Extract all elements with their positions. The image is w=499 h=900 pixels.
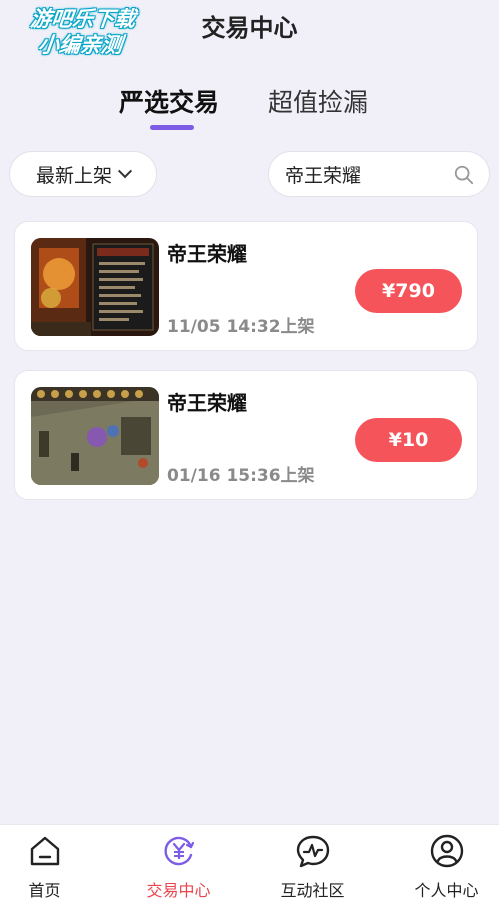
- nav-item-profile[interactable]: 个人中心: [384, 825, 499, 900]
- price-button[interactable]: ¥10: [355, 418, 462, 462]
- search-input[interactable]: 帝王荣耀: [268, 151, 490, 197]
- search-value: 帝王荣耀: [285, 164, 362, 187]
- listing-title: 帝王荣耀: [167, 242, 247, 266]
- tab-curated-trade[interactable]: 严选交易: [119, 84, 219, 122]
- listing-date: 01/16 15:36上架: [167, 466, 315, 486]
- chat-pulse-icon: [296, 835, 330, 868]
- search-icon[interactable]: [453, 164, 475, 186]
- nav-item-home[interactable]: 首页: [0, 825, 107, 900]
- nav-label-profile: 个人中心: [414, 881, 479, 900]
- nav-label-community: 互动社区: [280, 881, 345, 900]
- yen-exchange-icon: [164, 836, 195, 866]
- tab-bargain-finds[interactable]: 超值捡漏: [268, 84, 368, 122]
- user-icon: [430, 834, 464, 868]
- home-icon: [30, 836, 60, 866]
- listing-card[interactable]: 帝王荣耀 01/16 15:36上架 ¥10: [14, 370, 478, 500]
- listing-thumbnail[interactable]: [31, 238, 159, 336]
- nav-item-community[interactable]: 互动社区: [250, 825, 375, 900]
- listing-title: 帝王荣耀: [167, 391, 247, 415]
- listing-thumbnail[interactable]: [31, 387, 159, 485]
- bottom-navigation: 首页 交易中心 互动社区 个人中心: [0, 824, 499, 900]
- nav-label-home: 首页: [28, 881, 61, 900]
- active-tab-indicator: [150, 125, 194, 130]
- listing-date: 11/05 14:32上架: [167, 317, 315, 337]
- page-title: 交易中心: [201, 14, 298, 42]
- chevron-down-icon: [117, 164, 133, 179]
- nav-label-trade-center: 交易中心: [146, 881, 211, 900]
- nav-item-trade-center[interactable]: 交易中心: [116, 825, 241, 900]
- tab-bar: 严选交易 超值捡漏: [0, 84, 499, 134]
- sort-dropdown[interactable]: 最新上架: [9, 151, 157, 197]
- listing-card[interactable]: 帝王荣耀 11/05 14:32上架 ¥790: [14, 221, 478, 351]
- price-button[interactable]: ¥790: [355, 269, 462, 313]
- sort-label: 最新上架: [35, 164, 112, 187]
